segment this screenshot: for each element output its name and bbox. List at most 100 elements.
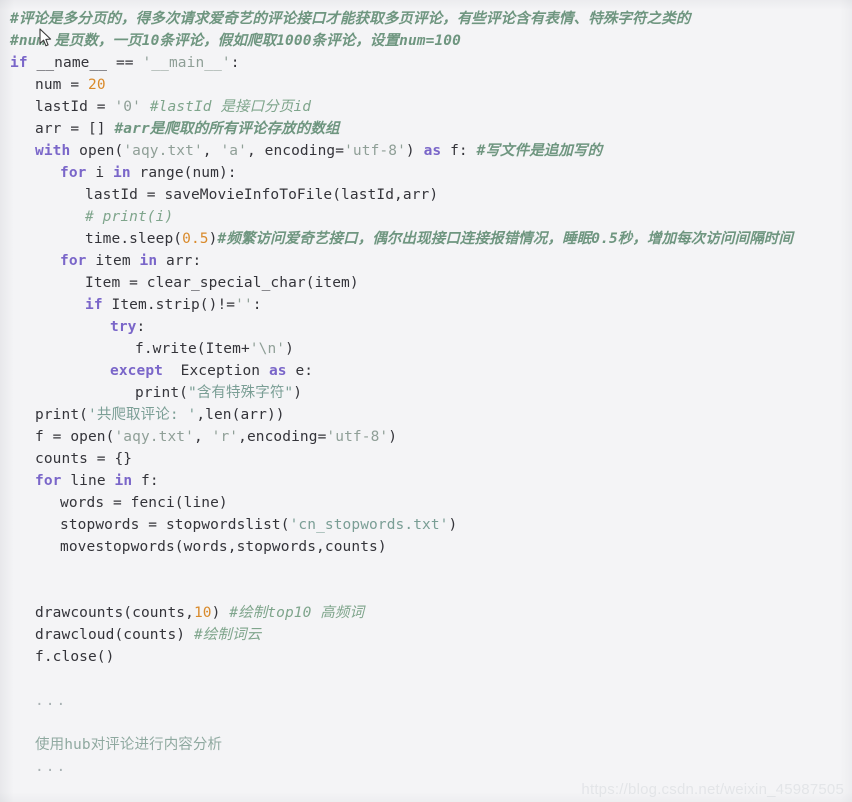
code-token-kw: if [10, 55, 28, 71]
code-token-plain: movestopwords(words,stopwords,counts) [60, 539, 387, 555]
code-token-plain: item [86, 253, 140, 269]
code-line: drawcounts(counts,10) #绘制top10 高频词 [0, 602, 852, 624]
code-token-plain: f: [441, 143, 477, 159]
code-token-plain: counts = {} [35, 451, 133, 467]
code-token-kw: with [35, 143, 71, 159]
code-token-plain: ,len(arr)) [196, 407, 285, 423]
code-line: if __name__ == '__main__': [0, 52, 852, 74]
code-token-plain: ) [405, 143, 424, 159]
code-token-str: 'aqy.txt' [123, 143, 203, 159]
code-token-plain: print( [135, 385, 188, 401]
code-line: for line in f: [0, 470, 852, 492]
code-token-plain: ) [448, 517, 458, 533]
code-token-plain: ) [293, 385, 303, 401]
code-token-cmt: #num 是页数，一页10条评论，假如爬取1000条评论，设置num=100 [10, 33, 461, 49]
code-line: lastId = saveMovieInfoToFile(lastId,arr) [0, 184, 852, 206]
code-token-plain: arr: [157, 253, 202, 269]
code-line: 使用hub对评论进行内容分析 [0, 734, 852, 756]
code-token-kw: for [60, 253, 87, 269]
code-token-kw: try [110, 319, 137, 335]
code-block[interactable]: #评论是多分页的，得多次请求爱奇艺的评论接口才能获取多页评论，有些评论含有表情、… [0, 0, 852, 802]
code-token-plain: words = fenci(line) [60, 495, 228, 511]
code-token-plain: f = open( [35, 429, 115, 445]
code-line: except Exception as e: [0, 360, 852, 382]
code-token-plain: f.close() [35, 649, 115, 665]
code-line: with open('aqy.txt', 'a', encoding='utf-… [0, 140, 852, 162]
code-token-str: '' [235, 297, 253, 313]
code-token-plain: drawcounts(counts, [35, 605, 194, 621]
code-token-plain: , [193, 429, 212, 445]
code-token-num: 0.5 [182, 231, 209, 247]
code-token-plain: print( [35, 407, 88, 423]
watermark-text: https://blog.csdn.net/weixin_45987505 [581, 781, 844, 798]
code-line: drawcloud(counts) #绘制词云 [0, 624, 852, 646]
code-token-plain: open( [70, 143, 124, 159]
code-token-cmt2: #lastId 是接口分页id [149, 99, 312, 115]
code-token-cmt2: # print(i) [85, 209, 174, 225]
code-token-plain: drawcloud(counts) [35, 627, 194, 643]
code-token-plain: f: [132, 473, 159, 489]
code-token-cmt: #写文件是追加写的 [476, 143, 603, 159]
code-token-cmt2: #绘制词云 [193, 627, 262, 643]
code-token-kw: in [139, 253, 158, 269]
code-line: print("含有特殊字符") [0, 382, 852, 404]
code-token-plain: Item.strip()!= [102, 297, 236, 313]
code-token-cmt: #频繁访问爱奇艺接口，偶尔出现接口连接报错情况，睡眠0.5秒，增加每次访问间隔时… [217, 231, 793, 247]
code-token-cmt2: #绘制top10 高频词 [229, 605, 365, 621]
code-token-plain: __name__ == [27, 55, 143, 71]
code-token-kw: as [423, 143, 442, 159]
code-token-plain: line [61, 473, 115, 489]
code-token-plain: time.sleep( [85, 231, 183, 247]
code-line: stopwords = stopwordslist('cn_stopwords.… [0, 514, 852, 536]
code-line: for item in arr: [0, 250, 852, 272]
code-line: f.close() [0, 646, 852, 668]
code-line: try: [0, 316, 852, 338]
code-screenshot: #评论是多分页的，得多次请求爱奇艺的评论接口才能获取多页评论，有些评论含有表情、… [0, 0, 852, 802]
code-token-plain: ) [211, 605, 230, 621]
code-token-str2: "含有特殊字符" [187, 385, 294, 401]
code-token-str: '__main__' [142, 55, 231, 71]
code-token-plain: : [136, 319, 146, 335]
code-line: for i in range(num): [0, 162, 852, 184]
code-token-str2: '共爬取评论: ' [87, 407, 197, 423]
code-token-plain: : [252, 297, 262, 313]
code-token-str: '0' [114, 99, 141, 115]
code-token-str: 'a' [220, 143, 247, 159]
code-token-kw: in [113, 165, 131, 181]
code-token-plain: , encoding= [246, 143, 345, 159]
code-token-plain: : [230, 55, 240, 71]
code-line: Item = clear_special_char(item) [0, 272, 852, 294]
code-token-plain: ) [388, 429, 398, 445]
code-token-plain: lastId = [35, 99, 115, 115]
code-token-str: 'r' [211, 429, 239, 445]
code-line: print('共爬取评论: ',len(arr)) [0, 404, 852, 426]
code-token-doc: 使用hub对评论进行内容分析 [35, 737, 223, 753]
code-token-plain: ,encoding= [238, 429, 327, 445]
code-line: counts = {} [0, 448, 852, 470]
code-token-num: 10 [193, 605, 212, 621]
code-token-plain: stopwords = stopwordslist( [60, 517, 290, 533]
code-token-kw: for [35, 473, 62, 489]
code-token-str2: 'cn_stopwords.txt' [289, 517, 449, 533]
code-token-plain: Item = clear_special_char(item) [85, 275, 359, 291]
code-line: #评论是多分页的，得多次请求爱奇艺的评论接口才能获取多页评论，有些评论含有表情、… [0, 8, 852, 30]
code-line: time.sleep(0.5)#频繁访问爱奇艺接口，偶尔出现接口连接报错情况，睡… [0, 228, 852, 250]
code-line: lastId = '0' #lastId 是接口分页id [0, 96, 852, 118]
code-line: words = fenci(line) [0, 492, 852, 514]
code-token-plain: e: [286, 363, 314, 379]
code-token-plain: i [86, 165, 113, 181]
code-token-plain: range(num): [130, 165, 237, 181]
code-line: f.write(Item+'\n') [0, 338, 852, 360]
code-token-plain: , [202, 143, 221, 159]
code-token-kw: as [268, 363, 287, 379]
code-token-plain: f.write(Item+ [135, 341, 250, 357]
code-token-dots: ... [35, 759, 68, 775]
code-token-str: 'aqy.txt' [114, 429, 194, 445]
code-token-dots: ... [35, 693, 68, 709]
code-token-kw: for [60, 165, 87, 181]
